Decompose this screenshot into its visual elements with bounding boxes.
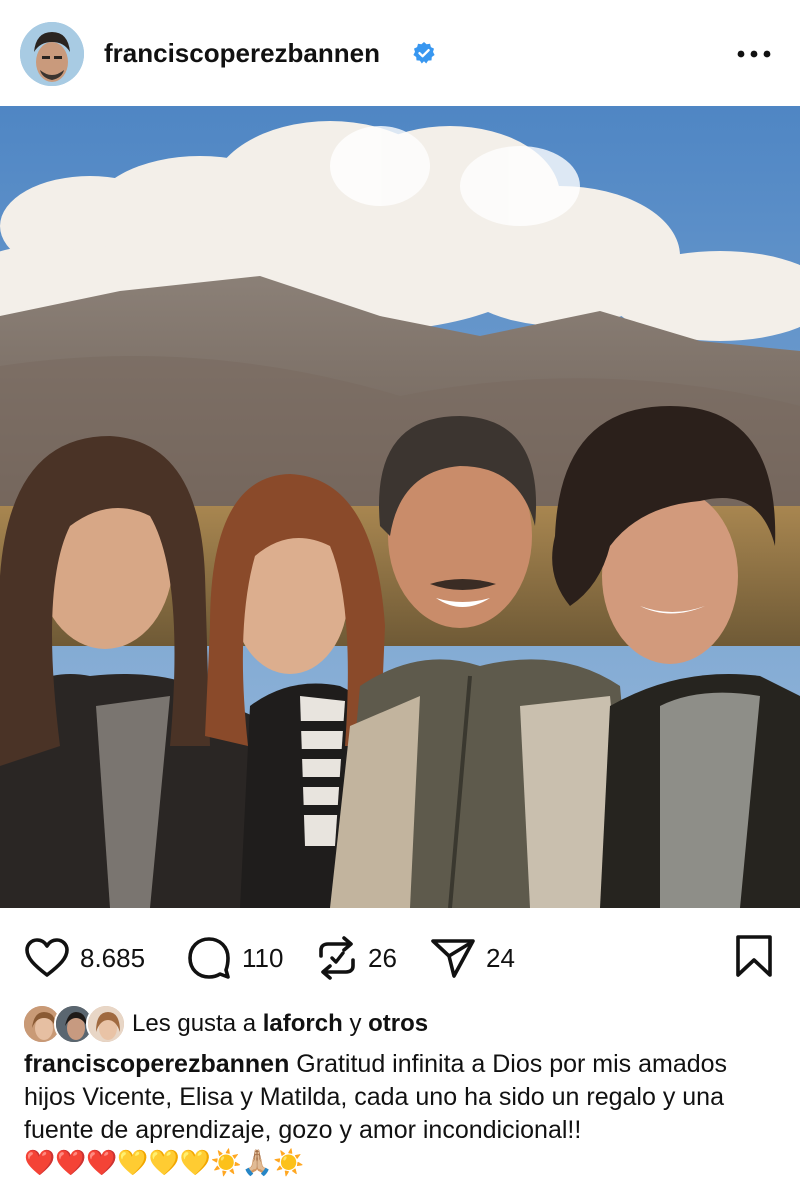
instagram-post: franciscoperezbannen 8.685 110 26 24 Les… [0,0,800,1188]
reposts-count: 26 [368,942,397,973]
more-horizontal-icon [737,50,771,58]
share-icon [431,939,475,978]
post-caption: franciscoperezbannen Gratitud infinita a… [24,1048,784,1180]
liked-by-text: Les gusta a laforch y otros [132,1010,428,1038]
liker-avatar[interactable] [86,1004,126,1044]
bookmark-icon [736,935,772,977]
liked-by: Les gusta a laforch y otros [0,1002,800,1046]
caption-username[interactable]: franciscoperezbannen [24,1050,289,1078]
post-actions: 8.685 110 26 24 [0,908,800,1004]
bookmark-button[interactable] [734,934,774,978]
verified-badge-icon [412,41,436,65]
like-button[interactable]: 8.685 [24,936,145,980]
post-header: franciscoperezbannen [0,0,800,106]
repost-button[interactable]: 26 [316,936,397,980]
liked-by-others[interactable]: otros [368,1010,428,1037]
post-username[interactable]: franciscoperezbannen [104,38,380,69]
liked-by-prefix: Les gusta a [132,1010,263,1037]
shares-count: 24 [486,942,515,973]
heart-icon [25,938,69,977]
more-options-button[interactable] [730,34,778,74]
repost-icon [319,936,355,980]
liked-by-connector: y [342,1010,369,1037]
comment-icon [188,937,230,979]
likes-count: 8.685 [80,942,146,973]
avatar[interactable] [20,22,84,86]
share-button[interactable]: 24 [430,936,515,980]
caption-emojis: ❤️❤️❤️💛💛💛☀️🙏🏼☀️ [24,1149,305,1177]
post-photo[interactable] [0,106,800,908]
comments-count: 110 [242,942,284,973]
liked-by-user[interactable]: laforch [263,1010,343,1037]
comment-button[interactable]: 110 [186,936,283,980]
